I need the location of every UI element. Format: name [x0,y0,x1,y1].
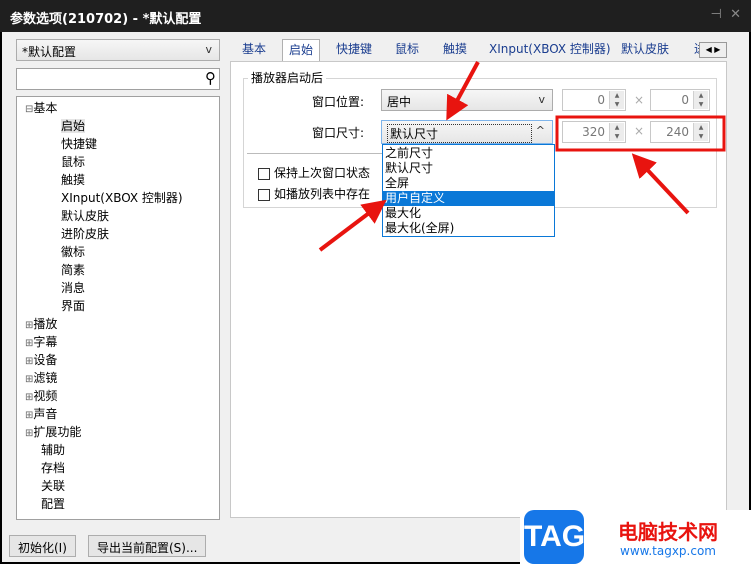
watermark: TAG 电脑技术网 www.tagxp.com [520,510,751,564]
highlight-box [555,115,726,152]
watermark-logo: TAG [524,510,585,564]
arrow-annotation [318,199,387,252]
annotation-overlay [318,61,726,252]
watermark-site: 电脑技术网 [618,520,718,544]
arrow-annotation [446,61,480,121]
watermark-url: www.tagxp.com [620,544,716,558]
arrow-annotation [631,153,690,215]
